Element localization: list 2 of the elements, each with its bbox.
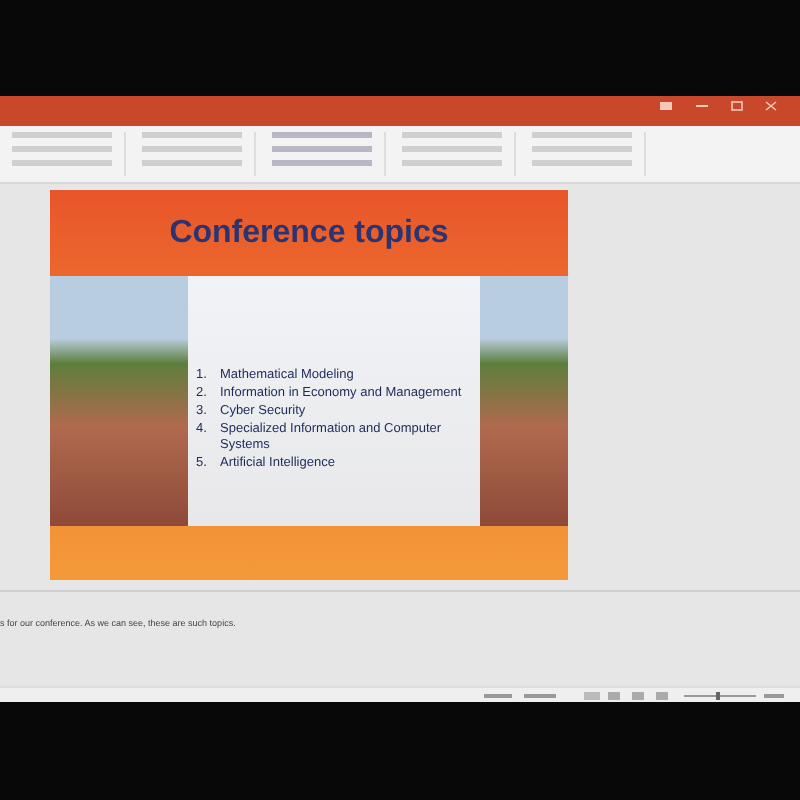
slide-title: Conference topics: [167, 213, 451, 253]
window-controls-drawing: [660, 99, 780, 111]
